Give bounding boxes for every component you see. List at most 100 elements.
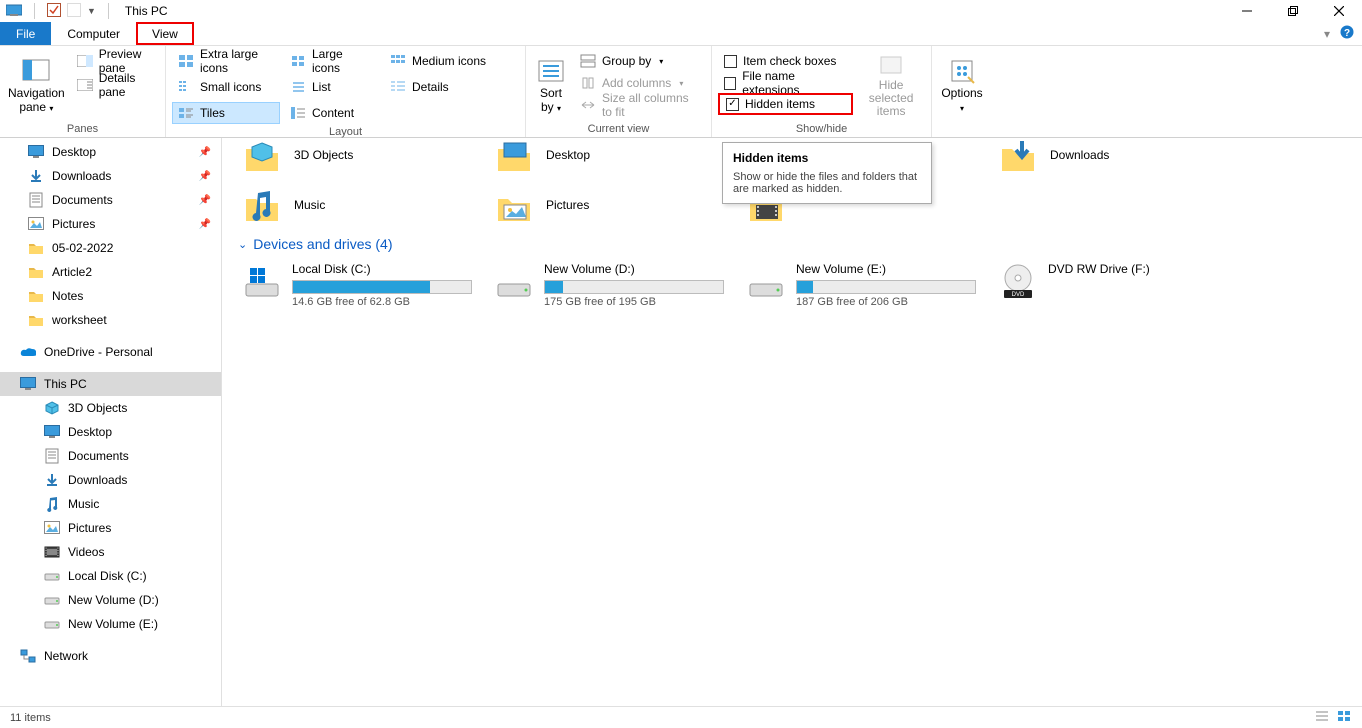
medium-icons-button[interactable]: Medium icons (384, 50, 500, 72)
tab-view[interactable]: View (136, 22, 194, 45)
nav-videos[interactable]: Videos (0, 540, 221, 564)
dvd-icon: DVD (998, 262, 1038, 302)
navigation-pane-button[interactable]: Navigation pane ▾ (6, 50, 67, 121)
drive-c-free: 14.6 GB free of 62.8 GB (292, 296, 474, 308)
music-icon (242, 185, 282, 225)
options-button[interactable]: Options▾ (938, 50, 986, 121)
drive-icon (44, 592, 60, 608)
chevron-down-icon: ⌄ (238, 238, 247, 251)
file-extensions-button[interactable]: File name extensions (718, 72, 853, 94)
nav-3d-objects[interactable]: 3D Objects (0, 396, 221, 420)
details-pane-button[interactable]: Details pane (71, 74, 159, 96)
drive-f-name: DVD RW Drive (F:) (1048, 262, 1230, 276)
drive-e[interactable]: New Volume (E:) 187 GB free of 206 GB (736, 258, 988, 312)
devices-section-header[interactable]: ⌄ Devices and drives (4) (232, 230, 1352, 258)
folder-music[interactable]: Music (232, 180, 484, 230)
drive-d[interactable]: New Volume (D:) 175 GB free of 195 GB (484, 258, 736, 312)
svg-text:?: ? (1344, 28, 1350, 39)
hidden-items-button[interactable]: ✓Hidden items (718, 93, 853, 115)
drive-icon (44, 568, 60, 584)
window-title: This PC (125, 4, 168, 18)
folder-icon (28, 240, 44, 256)
size-all-columns-button[interactable]: Size all columns to fit (574, 94, 705, 116)
downloads-icon (998, 135, 1038, 175)
nav-pictures[interactable]: Pictures📌 (0, 212, 221, 236)
nav-drive-c[interactable]: Local Disk (C:) (0, 564, 221, 588)
nav-folder-article[interactable]: Article2 (0, 260, 221, 284)
drive-d-name: New Volume (D:) (544, 262, 726, 276)
large-icons-view-icon[interactable] (1336, 709, 1352, 726)
nav-drive-e[interactable]: New Volume (E:) (0, 612, 221, 636)
hidden-items-tooltip: Hidden items Show or hide the files and … (722, 142, 932, 204)
hide-selected-button[interactable]: Hide selected items (857, 50, 925, 121)
drive-f[interactable]: DVD DVD RW Drive (F:) (988, 258, 1240, 312)
nav-downloads[interactable]: Downloads📌 (0, 164, 221, 188)
qat-dropdown-icon[interactable]: ▼ (87, 6, 96, 16)
videos-icon (44, 544, 60, 560)
documents-icon (44, 448, 60, 464)
small-icons-button[interactable]: Small icons (172, 76, 280, 98)
nav-desktop[interactable]: Desktop📌 (0, 140, 221, 164)
tab-computer[interactable]: Computer (51, 22, 136, 45)
group-panes-label: Panes (6, 121, 159, 135)
desktop-icon (28, 144, 44, 160)
folder-downloads[interactable]: Downloads (988, 130, 1240, 180)
folder-icon (28, 288, 44, 304)
folder-icon (28, 312, 44, 328)
desktop-icon (44, 424, 60, 440)
content-button[interactable]: Content (284, 102, 380, 124)
help-icon[interactable]: ? (1340, 25, 1354, 42)
extra-large-icons-button[interactable]: Extra large icons (172, 50, 280, 72)
objects3d-icon (44, 400, 60, 416)
nav-documents[interactable]: Documents📌 (0, 188, 221, 212)
drive-c-name: Local Disk (C:) (292, 262, 474, 276)
drive-c[interactable]: Local Disk (C:) 14.6 GB free of 62.8 GB (232, 258, 484, 312)
maximize-button[interactable] (1270, 0, 1316, 22)
system-icon (6, 4, 22, 19)
close-button[interactable] (1316, 0, 1362, 22)
nav-downloads2[interactable]: Downloads (0, 468, 221, 492)
folder-desktop[interactable]: Desktop (484, 130, 736, 180)
status-bar: 11 items (0, 706, 1362, 728)
title-bar: ▼ This PC (0, 0, 1362, 22)
nav-music[interactable]: Music (0, 492, 221, 516)
details-view-icon[interactable] (1314, 709, 1330, 726)
tab-file[interactable]: File (0, 22, 51, 45)
list-button[interactable]: List (284, 76, 380, 98)
nav-desktop2[interactable]: Desktop (0, 420, 221, 444)
folder-3d-objects[interactable]: 3D Objects (232, 130, 484, 180)
large-icons-button[interactable]: Large icons (284, 50, 380, 72)
drive-c-bar (292, 280, 472, 294)
nav-documents2[interactable]: Documents (0, 444, 221, 468)
drive-e-name: New Volume (E:) (796, 262, 978, 276)
qat-newfolder-icon[interactable] (67, 3, 81, 20)
drive-icon (746, 262, 786, 302)
group-by-button[interactable]: Group by ▾ (574, 50, 705, 72)
nav-pictures2[interactable]: Pictures (0, 516, 221, 540)
nav-network[interactable]: Network (0, 644, 221, 668)
nav-folder-notes[interactable]: Notes (0, 284, 221, 308)
qat-properties-icon[interactable] (47, 3, 61, 20)
nav-onedrive[interactable]: OneDrive - Personal (0, 340, 221, 364)
nav-drive-d[interactable]: New Volume (D:) (0, 588, 221, 612)
drive-d-bar (544, 280, 724, 294)
network-icon (20, 648, 36, 664)
drive-icon (494, 262, 534, 302)
nav-folder-worksheet[interactable]: worksheet (0, 308, 221, 332)
desktop-icon (494, 135, 534, 175)
folder-pictures[interactable]: Pictures (484, 180, 736, 230)
drive-d-free: 175 GB free of 195 GB (544, 296, 726, 308)
nav-folder-date[interactable]: 05-02-2022 (0, 236, 221, 260)
item-count: 11 items (10, 712, 51, 724)
tiles-button[interactable]: Tiles (172, 102, 280, 124)
nav-this-pc[interactable]: This PC (0, 372, 221, 396)
preview-pane-button[interactable]: Preview pane (71, 50, 159, 72)
music-icon (44, 496, 60, 512)
minimize-button[interactable] (1224, 0, 1270, 22)
ribbon: Navigation pane ▾ Preview pane Details p… (0, 46, 1362, 138)
tooltip-body: Show or hide the files and folders that … (733, 171, 921, 195)
sort-by-button[interactable]: Sort by ▾ (532, 50, 570, 121)
details-button[interactable]: Details (384, 76, 500, 98)
minimize-ribbon-icon[interactable]: ▾ (1324, 27, 1330, 41)
downloads-icon (28, 168, 44, 184)
